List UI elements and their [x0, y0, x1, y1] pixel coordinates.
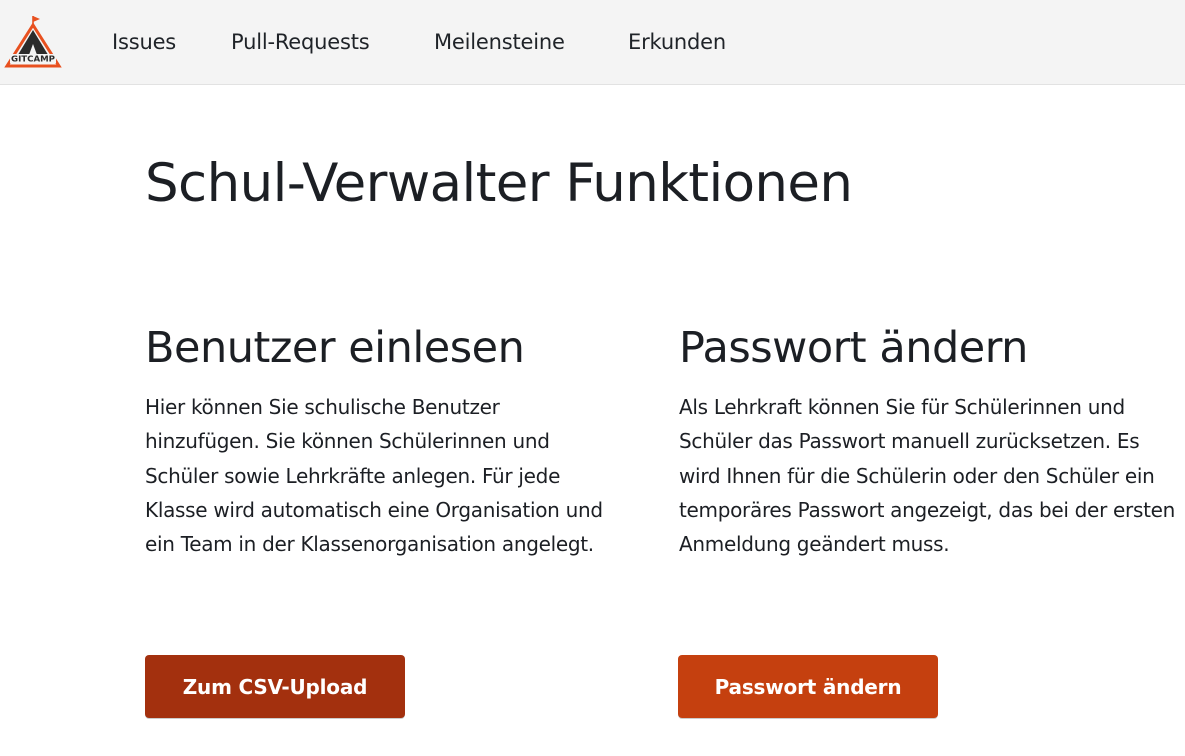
top-navbar: GITCAMP Issues Pull-Requests Meilenstein…: [0, 0, 1185, 85]
page-title: Schul-Verwalter Funktionen: [145, 153, 853, 214]
nav-link-issues[interactable]: Issues: [112, 28, 176, 56]
gitcamp-logo-icon[interactable]: GITCAMP: [4, 14, 62, 72]
nav-link-milestones[interactable]: Meilensteine: [434, 28, 565, 56]
card-change-password: Passwort ändern Als Lehrkraft können Sie…: [679, 320, 1179, 561]
card-title-import-users: Benutzer einlesen: [145, 323, 525, 373]
logo-text: GITCAMP: [11, 55, 55, 64]
change-password-button[interactable]: Passwort ändern: [678, 655, 938, 718]
card-title-change-password: Passwort ändern: [679, 323, 1028, 373]
card-text-import-users: Hier können Sie schulische Benutzer hinz…: [145, 395, 603, 557]
nav-link-pull-requests[interactable]: Pull-Requests: [231, 28, 370, 56]
card-import-users: Benutzer einlesen Hier können Sie schuli…: [145, 320, 645, 561]
card-text-change-password: Als Lehrkraft können Sie für Schülerinne…: [679, 395, 1176, 557]
nav-link-explore[interactable]: Erkunden: [628, 28, 726, 56]
csv-upload-button[interactable]: Zum CSV-Upload: [145, 655, 405, 718]
